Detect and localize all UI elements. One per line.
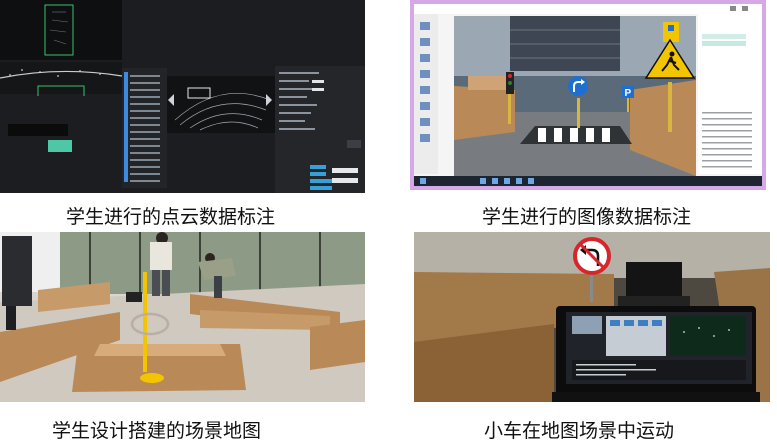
caption-image-annotation: 学生进行的图像数据标注 <box>482 206 692 228</box>
svg-text:P: P <box>625 88 632 99</box>
pointcloud-annotation-screen <box>0 0 365 193</box>
image-annotation-screen: P <box>410 0 766 190</box>
scene-building-photo <box>0 232 365 402</box>
car-in-scene-photo <box>414 232 770 402</box>
caption-car-moving: 小车在地图场景中运动 <box>484 420 675 442</box>
car-in-scene-image <box>414 232 770 402</box>
image-annotation-photo: P <box>410 0 766 190</box>
caption-pointcloud: 学生进行的点云数据标注 <box>66 206 276 228</box>
caption-scene-building: 学生设计搭建的场景地图 <box>52 420 262 442</box>
scene-building-image <box>0 232 365 402</box>
pointcloud-annotation-photo <box>0 0 365 193</box>
